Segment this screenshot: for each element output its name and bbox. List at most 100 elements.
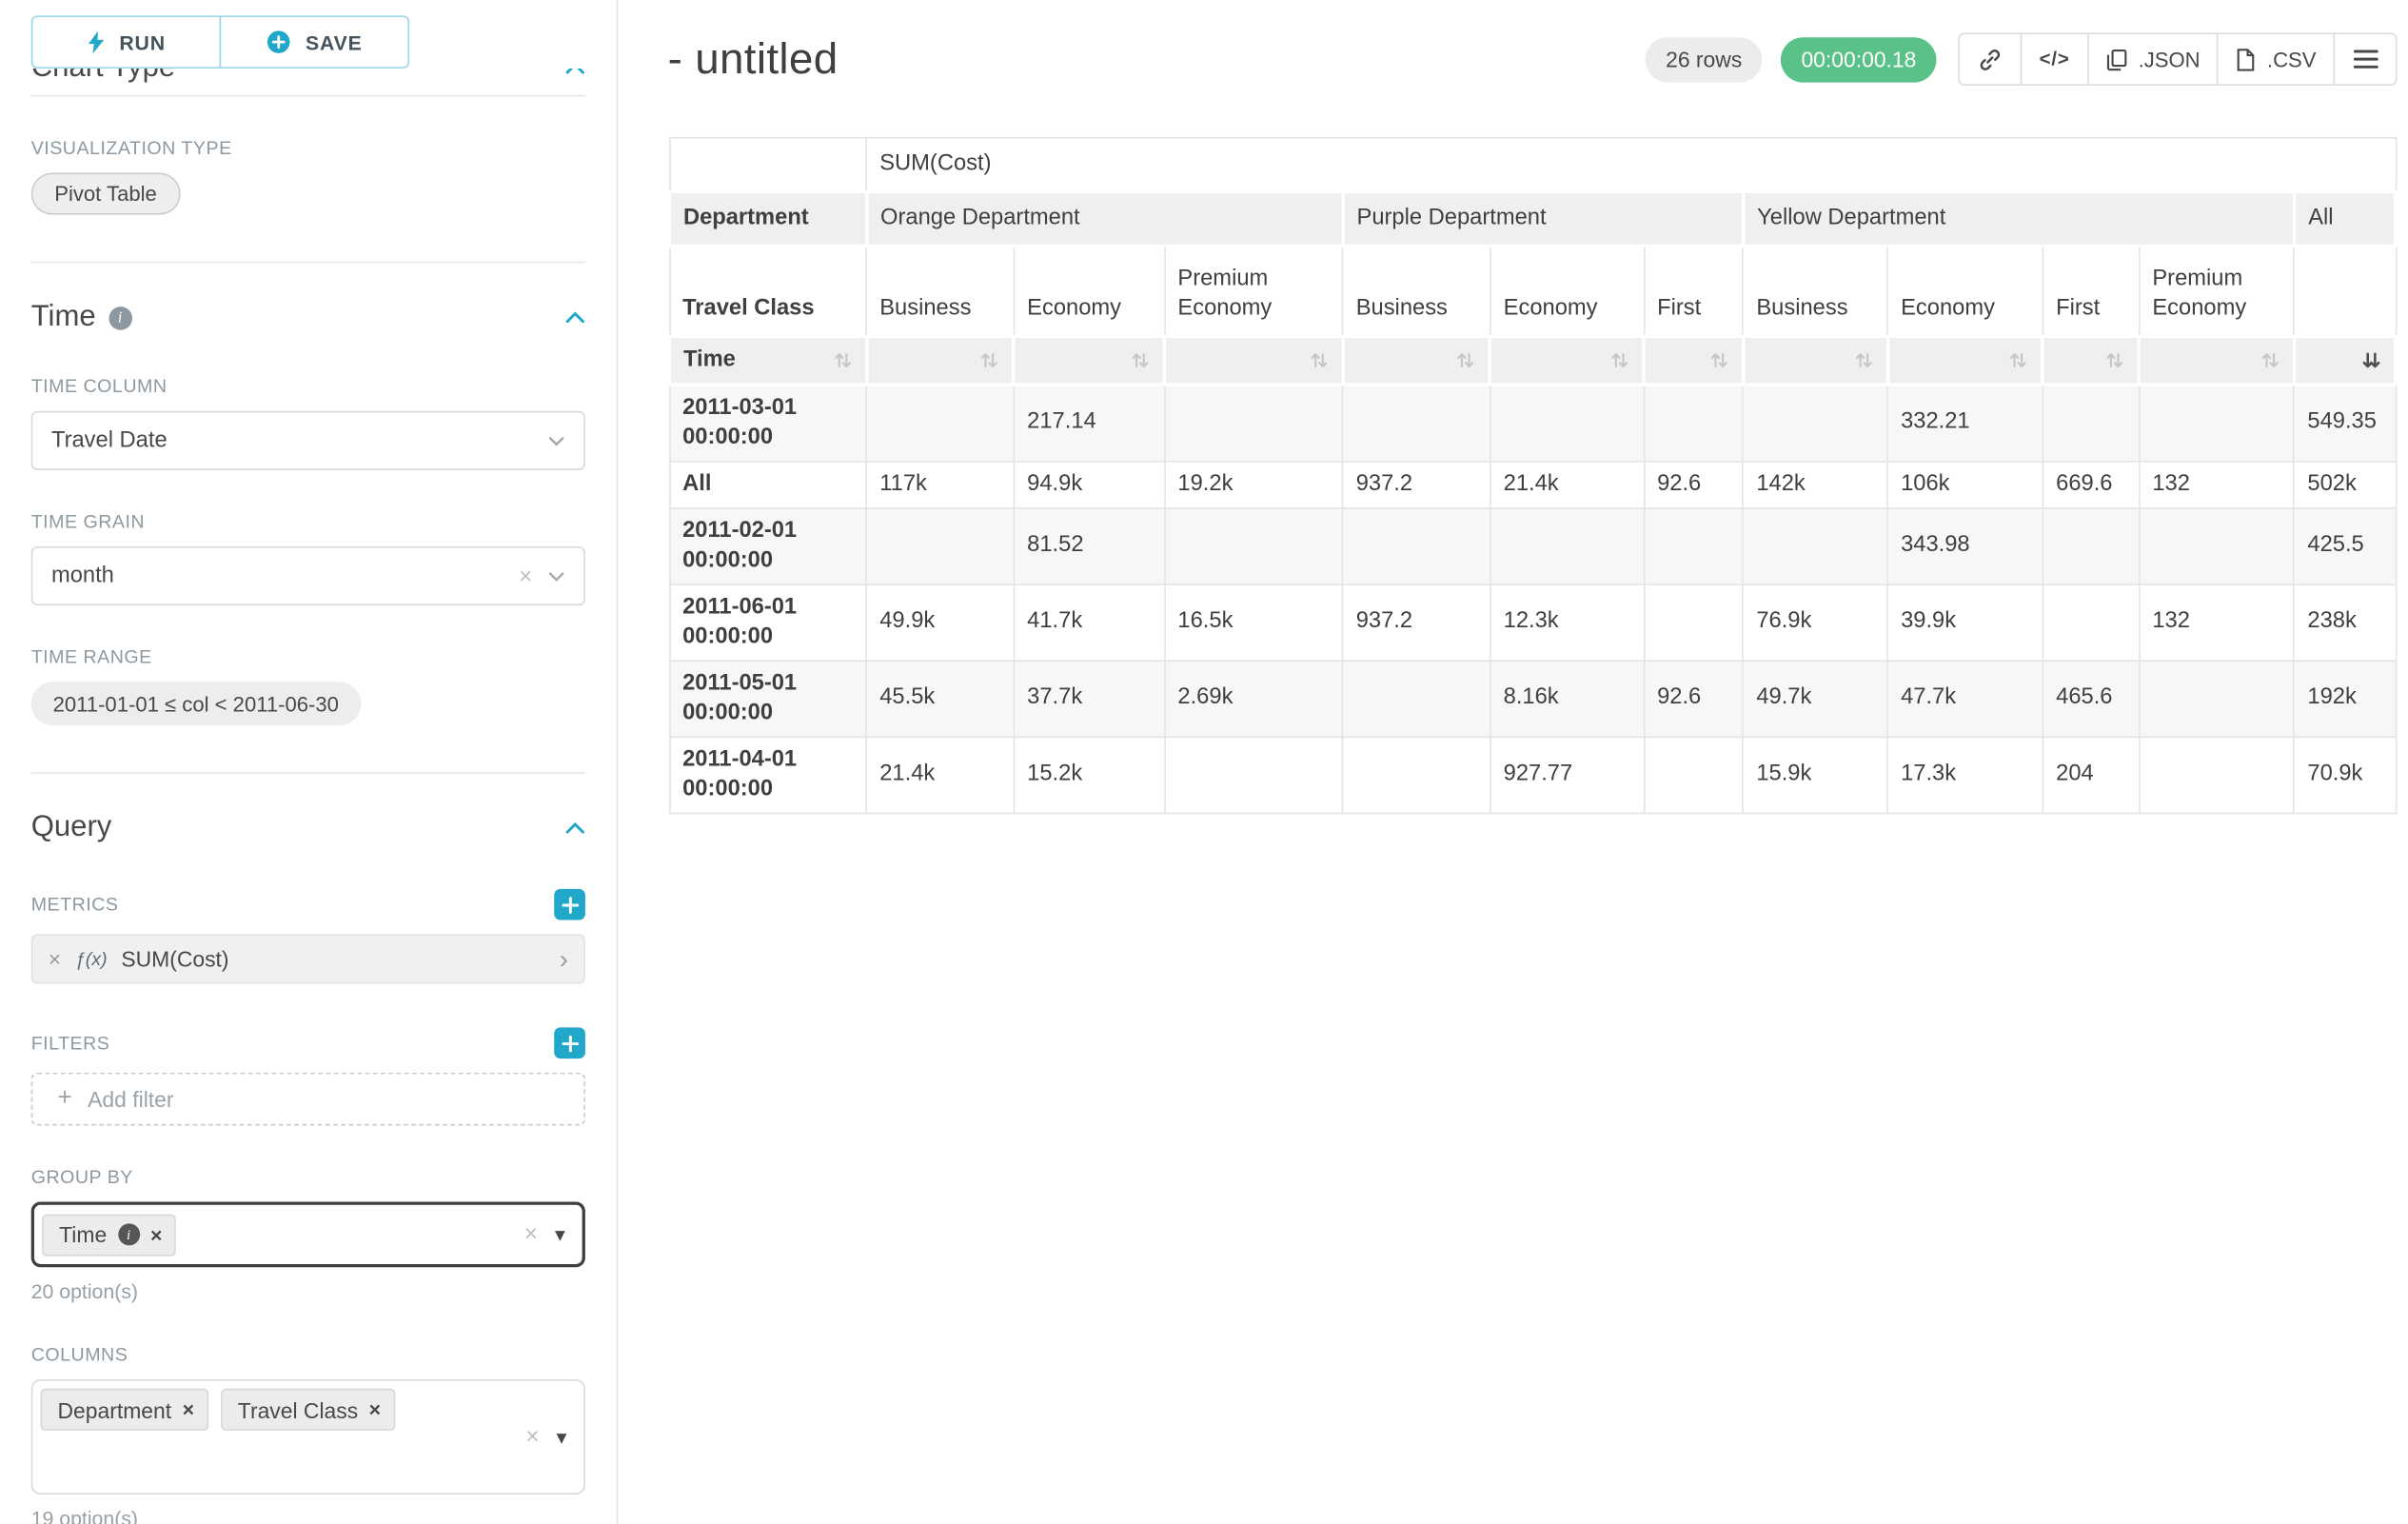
pivot-row-header-label: Travel Class — [669, 246, 866, 336]
caret-down-icon[interactable]: ▾ — [555, 1224, 565, 1244]
pivot-value-cell: 549.35 — [2295, 384, 2396, 461]
pivot-value-cell — [1743, 507, 1887, 584]
embed-code-button[interactable]: </> — [2021, 32, 2088, 86]
time-column-value: Travel Date — [51, 428, 532, 453]
pivot-value-cell — [1343, 737, 1490, 813]
metrics-label: METRICS — [31, 894, 119, 916]
pivot-value-cell: 937.2 — [1343, 584, 1490, 660]
pivot-sort-header[interactable] — [1743, 335, 1887, 384]
copy-icon — [2105, 48, 2127, 71]
sort-icon[interactable] — [1456, 349, 1476, 369]
add-metric-button[interactable] — [554, 889, 585, 920]
run-button[interactable]: RUN — [31, 15, 222, 69]
collapse-chevron-icon[interactable] — [565, 821, 585, 834]
time-grain-select[interactable]: month × — [31, 546, 585, 605]
pivot-group-header: Purple Department — [1343, 190, 1744, 245]
clear-icon[interactable]: × — [525, 1425, 539, 1449]
run-button-label: RUN — [119, 30, 166, 54]
plus-icon — [562, 1035, 579, 1052]
column-info-icon[interactable]: i — [118, 1223, 140, 1245]
save-button[interactable]: SAVE — [220, 15, 410, 69]
copy-link-button[interactable] — [1959, 32, 2023, 86]
pivot-sort-header[interactable] — [2295, 335, 2396, 384]
pivot-row-label: 2011-06-01 00:00:00 — [669, 584, 866, 660]
remove-icon[interactable]: × — [49, 946, 61, 971]
csv-button-label: .CSV — [2267, 48, 2317, 71]
sort-icon[interactable] — [979, 349, 999, 369]
info-icon[interactable]: i — [109, 306, 132, 329]
pivot-sort-header[interactable] — [1014, 335, 1164, 384]
export-csv-button[interactable]: .CSV — [2218, 32, 2335, 86]
pivot-value-cell: 19.2k — [1165, 461, 1343, 507]
time-range-label: TIME RANGE — [31, 646, 585, 668]
pivot-row-label: 2011-02-01 00:00:00 — [669, 507, 866, 584]
metric-chip[interactable]: × ƒ(x) SUM(Cost) › — [31, 934, 585, 983]
pivot-sort-header[interactable] — [866, 335, 1014, 384]
time-range-value[interactable]: 2011-01-01 ≤ col < 2011-06-30 — [31, 682, 361, 725]
pivot-value-cell: 16.5k — [1165, 584, 1343, 660]
collapse-chevron-icon[interactable] — [565, 311, 585, 324]
pivot-group-row: DepartmentOrange DepartmentPurple Depart… — [669, 190, 2396, 245]
sort-icon[interactable] — [2260, 349, 2280, 369]
group-by-chip[interactable]: Time i × — [42, 1214, 176, 1256]
pivot-sort-header[interactable] — [2139, 335, 2294, 384]
metrics-label-row: METRICS — [31, 889, 585, 920]
remove-icon[interactable]: × — [369, 1398, 381, 1422]
pivot-value-cell — [1165, 384, 1343, 461]
pivot-sort-header[interactable] — [1644, 335, 1743, 384]
pivot-value-cell: 41.7k — [1014, 584, 1164, 660]
chevron-right-icon[interactable]: › — [560, 946, 568, 973]
metric-chip-label: SUM(Cost) — [121, 946, 228, 971]
columns-select[interactable]: Department × Travel Class × × ▾ — [31, 1379, 585, 1494]
remove-icon[interactable]: × — [150, 1223, 162, 1247]
group-by-select[interactable]: Time i × × ▾ — [31, 1202, 585, 1268]
sort-icon[interactable] — [832, 349, 852, 369]
divider — [31, 95, 585, 97]
menu-button[interactable] — [2333, 32, 2397, 86]
pivot-row-axis-header[interactable]: Time — [669, 335, 866, 384]
pivot-column-header: First — [1644, 246, 1743, 336]
chart-title[interactable]: - untitled — [668, 34, 839, 84]
sort-icon[interactable] — [2104, 349, 2124, 369]
sort-icon[interactable] — [1853, 349, 1873, 369]
pivot-data-row: 2011-04-01 00:00:0021.4k15.2k927.7715.9k… — [669, 737, 2396, 813]
pivot-sort-header[interactable] — [1343, 335, 1490, 384]
pivot-column-header: Business — [1743, 246, 1887, 336]
sort-icon[interactable] — [1708, 349, 1728, 369]
pivot-column-row: Travel ClassBusinessEconomyPremium Econo… — [669, 246, 2396, 336]
clear-icon[interactable]: × — [519, 564, 532, 588]
pivot-sort-header[interactable] — [1490, 335, 1644, 384]
pivot-metric-row: SUM(Cost) — [669, 138, 2396, 191]
pivot-sort-header[interactable] — [1165, 335, 1343, 384]
caret-down-icon[interactable]: ▾ — [557, 1427, 567, 1447]
pivot-value-cell: 343.98 — [1887, 507, 2043, 584]
columns-chip-label: Travel Class — [238, 1397, 358, 1422]
sort-icon[interactable] — [1609, 349, 1629, 369]
add-filter-button[interactable]: + Add filter — [31, 1073, 585, 1126]
pivot-value-cell: 132 — [2139, 461, 2294, 507]
pivot-value-cell: 15.2k — [1014, 737, 1164, 813]
remove-icon[interactable]: × — [183, 1398, 194, 1422]
pivot-column-header: Business — [1343, 246, 1490, 336]
sort-desc-icon[interactable] — [2361, 349, 2381, 369]
sort-icon[interactable] — [2008, 349, 2028, 369]
sort-icon[interactable] — [1131, 349, 1151, 369]
pivot-sort-header[interactable] — [2043, 335, 2139, 384]
time-column-select[interactable]: Travel Date — [31, 411, 585, 470]
pivot-value-cell: 15.9k — [1743, 737, 1887, 813]
sort-icon[interactable] — [1309, 349, 1329, 369]
visualization-type-value[interactable]: Pivot Table — [31, 173, 181, 215]
clear-icon[interactable]: × — [524, 1223, 538, 1247]
columns-chip[interactable]: Travel Class × — [221, 1389, 395, 1431]
pivot-value-cell: 76.9k — [1743, 584, 1887, 660]
group-by-chip-label: Time — [59, 1222, 107, 1247]
add-filter-plus-button[interactable] — [554, 1027, 585, 1059]
columns-chip[interactable]: Department × — [41, 1389, 208, 1431]
columns-chip-label: Department — [58, 1397, 172, 1422]
pivot-value-cell — [1343, 660, 1490, 736]
pivot-value-cell: 47.7k — [1887, 660, 2043, 736]
export-json-button[interactable]: .JSON — [2087, 32, 2220, 86]
row-count-badge: 26 rows — [1646, 36, 1763, 81]
pivot-sort-header[interactable] — [1887, 335, 2043, 384]
pivot-metric-header: SUM(Cost) — [866, 138, 2396, 191]
